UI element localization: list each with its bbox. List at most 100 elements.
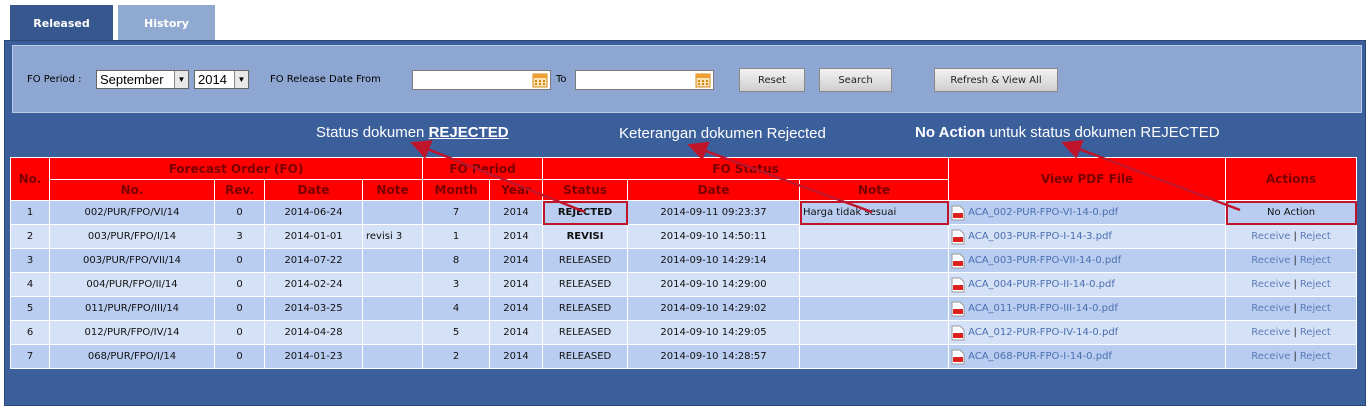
reject-link[interactable]: Reject (1300, 351, 1331, 362)
cell-fo-no: 002/PUR/FPO/VI/14 (49, 200, 215, 225)
pdf-link[interactable]: ACA_004-PUR-FPO-II-14-0.pdf (968, 279, 1115, 290)
month-select-value: September (100, 72, 164, 87)
cell-no: 6 (10, 320, 50, 345)
cell-status-note (799, 296, 950, 321)
cell-note (361, 344, 424, 369)
cell-status-date: 2014-09-10 14:29:00 (627, 272, 801, 297)
tab-history[interactable]: History (118, 5, 215, 41)
cell-no: 2 (10, 224, 50, 249)
cell-year: 2014 (489, 200, 544, 225)
pdf-file-icon (951, 253, 965, 268)
pdf-link[interactable]: ACA_011-PUR-FPO-III-14-0.pdf (968, 303, 1118, 314)
pdf-file-icon (951, 349, 965, 364)
receive-link[interactable]: Receive (1251, 327, 1290, 338)
tab-bar: Released History (10, 5, 215, 41)
fo-period-label: FO Period : (27, 74, 82, 85)
cell-pdf: ACA_003-PUR-FPO-I-14-3.pdf (948, 224, 1227, 249)
annotation-status-rejected: Status dokumen REJECTED (316, 124, 509, 141)
cell-month: 1 (422, 224, 491, 249)
cell-actions: Receive | Reject (1225, 248, 1358, 273)
filter-bar: FO Period : September ▼ 2014 ▼ FO Releas… (12, 45, 1362, 113)
calendar-icon[interactable] (532, 72, 548, 88)
chevron-down-icon: ▼ (234, 71, 248, 88)
cell-fo-no: 003/PUR/FPO/I/14 (49, 224, 215, 249)
cell-rev: 0 (214, 272, 265, 297)
receive-link[interactable]: Receive (1251, 303, 1290, 314)
reject-link[interactable]: Reject (1300, 279, 1331, 290)
reject-link[interactable]: Reject (1300, 327, 1331, 338)
month-select[interactable]: September ▼ (96, 70, 189, 89)
table-row: 1 002/PUR/FPO/VI/14 0 2014-06-24 7 2014 … (10, 200, 1358, 225)
col-group-fo-status: FO Status (542, 157, 950, 180)
col-header-date: Date (264, 179, 363, 201)
pdf-link[interactable]: ACA_002-PUR-FPO-VI-14-0.pdf (968, 207, 1118, 218)
cell-fo-no: 004/PUR/FPO/II/14 (49, 272, 215, 297)
pdf-link[interactable]: ACA_003-PUR-FPO-I-14-3.pdf (968, 231, 1112, 242)
table-row: 5 011/PUR/FPO/III/14 0 2014-03-25 4 2014… (10, 296, 1358, 321)
date-to-input[interactable] (575, 70, 714, 90)
pdf-link[interactable]: ACA_003-PUR-FPO-VII-14-0.pdf (968, 255, 1121, 266)
cell-status: RELEASED (542, 344, 629, 369)
receive-link[interactable]: Receive (1251, 255, 1290, 266)
cell-actions: Receive | Reject (1225, 224, 1358, 249)
cell-date: 2014-01-01 (264, 224, 363, 249)
cell-pdf: ACA_011-PUR-FPO-III-14-0.pdf (948, 296, 1227, 321)
cell-month: 5 (422, 320, 491, 345)
col-header-rev: Rev. (214, 179, 265, 201)
cell-note: revisi 3 (361, 224, 424, 249)
cell-status-date: 2014-09-10 14:50:11 (627, 224, 801, 249)
cell-status-date: 2014-09-10 14:29:05 (627, 320, 801, 345)
reset-button[interactable]: Reset (739, 68, 805, 92)
annotation-noaction-emph: No Action (915, 124, 986, 141)
tab-released[interactable]: Released (10, 5, 113, 41)
refresh-view-all-button[interactable]: Refresh & View All (934, 68, 1058, 92)
cell-date: 2014-04-28 (264, 320, 363, 345)
reject-link[interactable]: Reject (1300, 231, 1331, 242)
col-group-fo-period: FO Period (422, 157, 544, 180)
chevron-down-icon: ▼ (174, 71, 188, 88)
receive-link[interactable]: Receive (1251, 279, 1290, 290)
cell-status-note (799, 248, 950, 273)
receive-link[interactable]: Receive (1251, 231, 1290, 242)
cell-date: 2014-02-24 (264, 272, 363, 297)
cell-rev: 0 (214, 248, 265, 273)
year-select[interactable]: 2014 ▼ (194, 70, 249, 89)
calendar-icon[interactable] (695, 72, 711, 88)
cell-rev: 0 (214, 200, 265, 225)
cell-date: 2014-06-24 (264, 200, 363, 225)
cell-month: 4 (422, 296, 491, 321)
col-header-no: No. (10, 157, 50, 201)
cell-fo-no: 011/PUR/FPO/III/14 (49, 296, 215, 321)
cell-pdf: ACA_002-PUR-FPO-VI-14-0.pdf (948, 200, 1227, 225)
annotation-keterangan: Keterangan dokumen Rejected (619, 125, 826, 142)
search-button[interactable]: Search (819, 68, 892, 92)
annotation-status-emph: REJECTED (428, 124, 509, 141)
pdf-file-icon (951, 301, 965, 316)
pdf-file-icon (951, 229, 965, 244)
pdf-link[interactable]: ACA_068-PUR-FPO-I-14-0.pdf (968, 351, 1112, 362)
reject-link[interactable]: Reject (1300, 255, 1331, 266)
cell-fo-no: 003/PUR/FPO/VII/14 (49, 248, 215, 273)
reject-link[interactable]: Reject (1300, 303, 1331, 314)
cell-date: 2014-07-22 (264, 248, 363, 273)
cell-no: 1 (10, 200, 50, 225)
cell-year: 2014 (489, 320, 544, 345)
cell-status-date: 2014-09-11 09:23:37 (627, 200, 801, 225)
cell-month: 7 (422, 200, 491, 225)
pdf-link[interactable]: ACA_012-PUR-FPO-IV-14-0.pdf (968, 327, 1118, 338)
date-from-input[interactable] (412, 70, 551, 90)
col-header-year: Year (489, 179, 544, 201)
cell-pdf: ACA_003-PUR-FPO-VII-14-0.pdf (948, 248, 1227, 273)
cell-actions: Receive | Reject (1225, 296, 1358, 321)
cell-status-note (799, 320, 950, 345)
cell-status: RELEASED (542, 296, 629, 321)
cell-status-date: 2014-09-10 14:28:57 (627, 344, 801, 369)
col-group-forecast-order: Forecast Order (FO) (48, 157, 424, 180)
cell-year: 2014 (489, 224, 544, 249)
cell-pdf: ACA_012-PUR-FPO-IV-14-0.pdf (948, 320, 1227, 345)
table-row: 7 068/PUR/FPO/I/14 0 2014-01-23 2 2014 R… (10, 344, 1358, 369)
pdf-file-icon (951, 205, 965, 220)
col-header-status-note: Note (799, 179, 950, 201)
release-date-label: FO Release Date From (270, 74, 381, 85)
receive-link[interactable]: Receive (1251, 351, 1290, 362)
